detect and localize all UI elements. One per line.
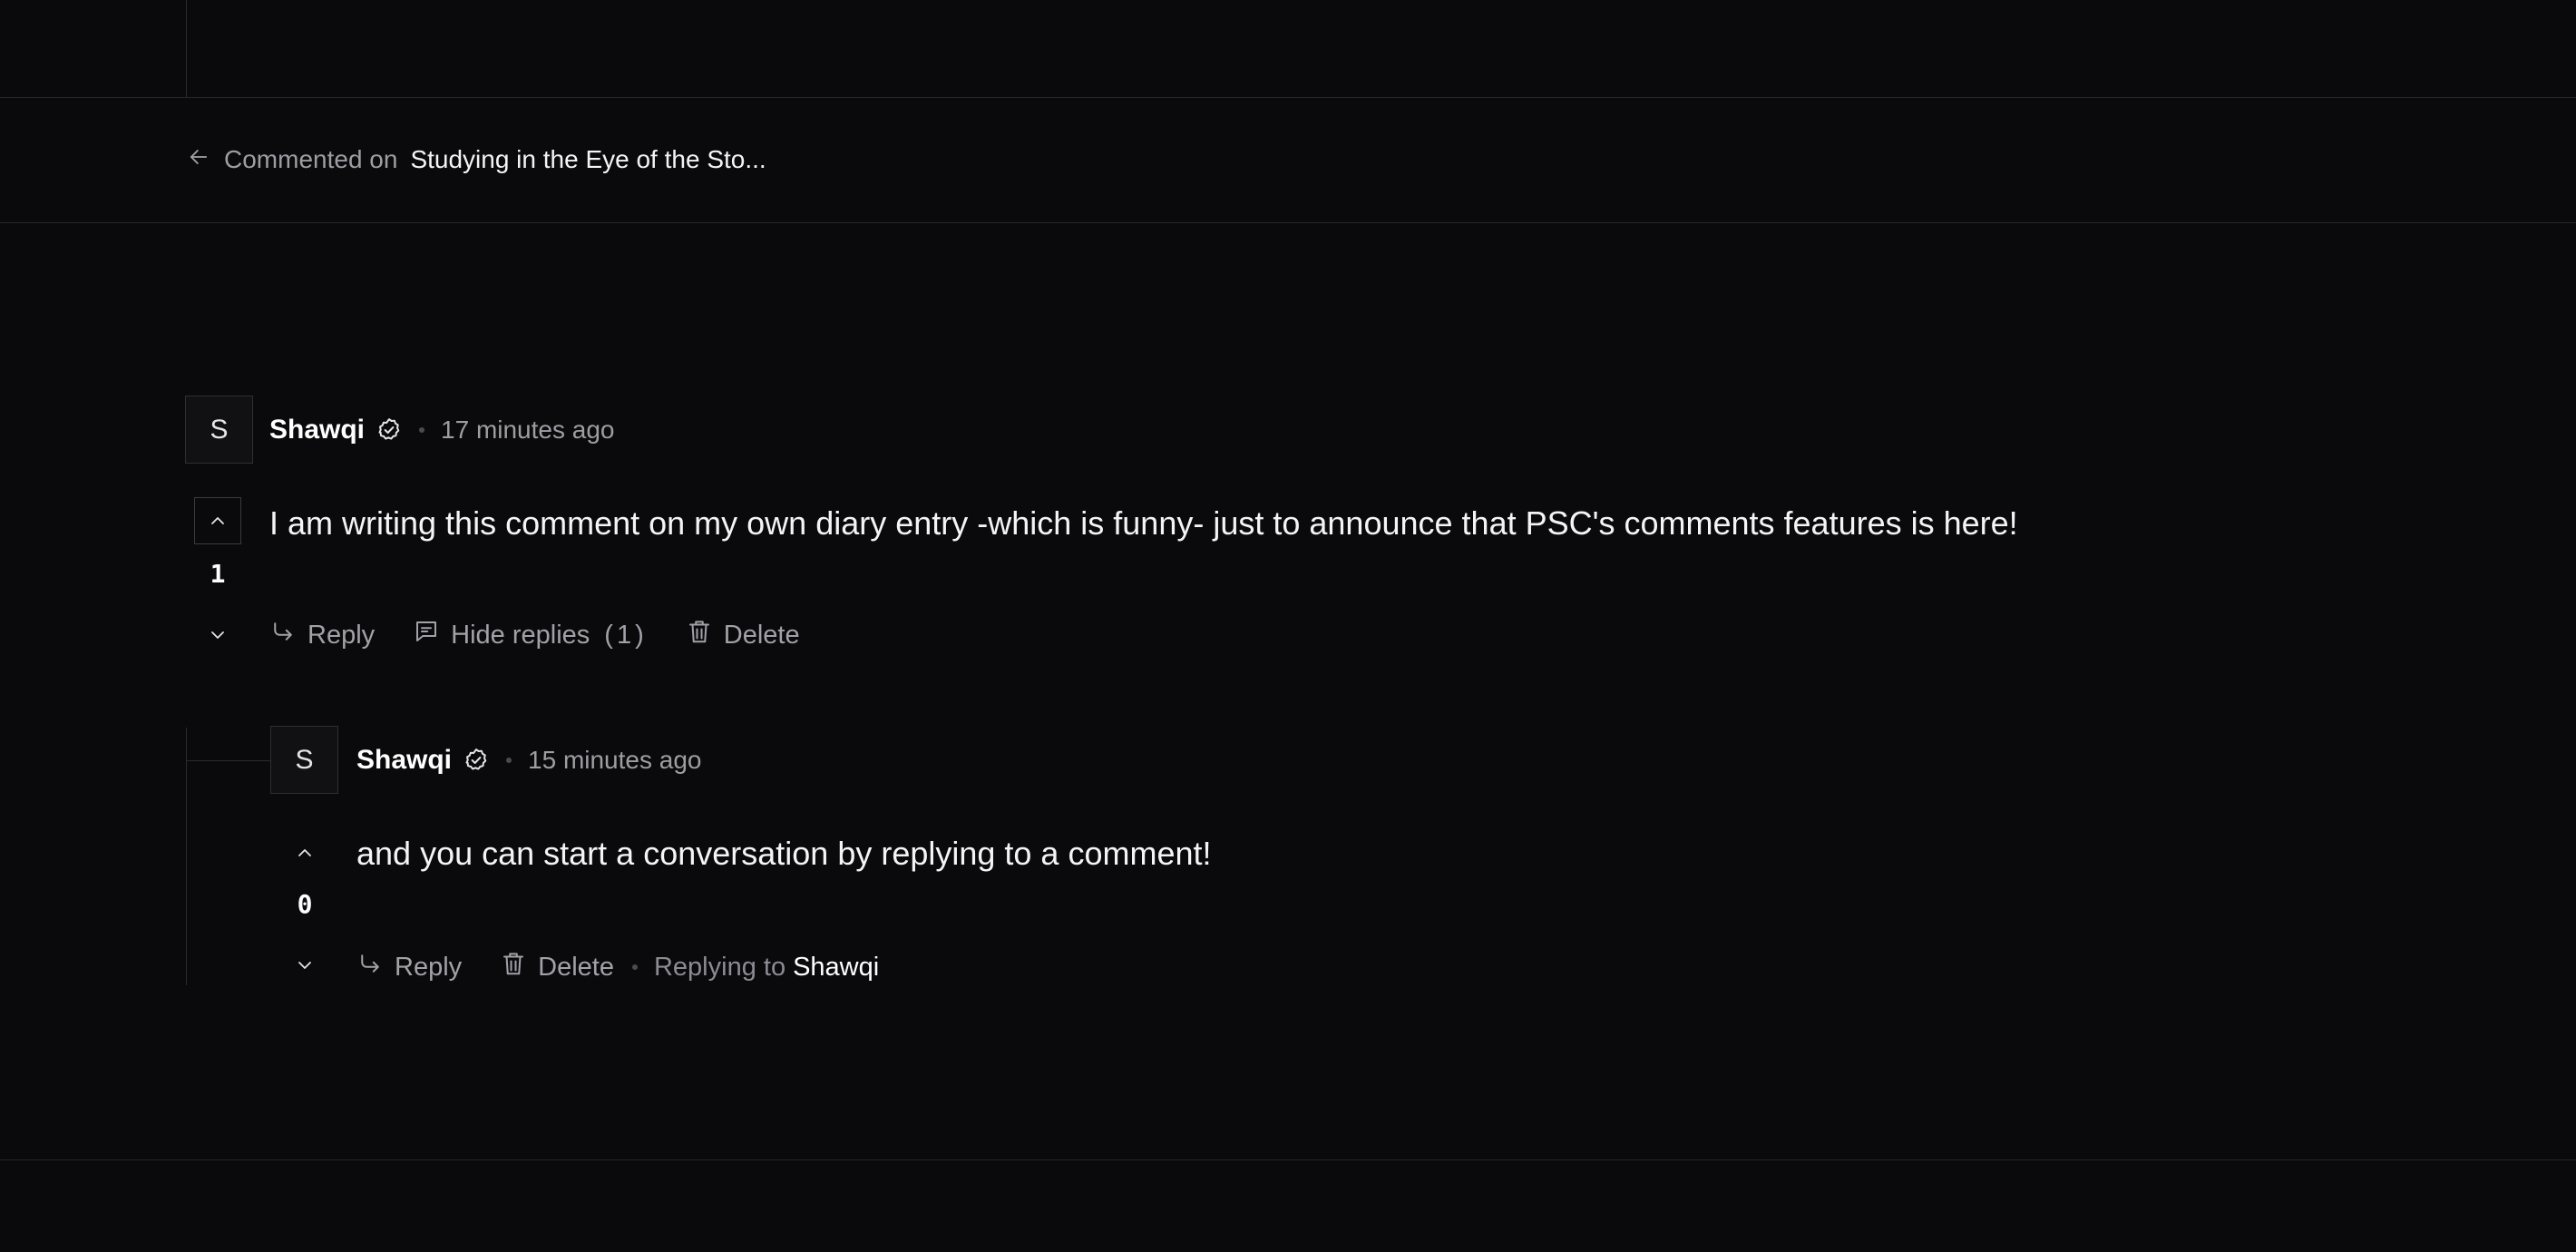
vote-count: 0 bbox=[297, 889, 313, 919]
comment-meta: Shawqi 15 minutes ago bbox=[356, 742, 701, 778]
comment-time: 17 minutes ago bbox=[441, 416, 615, 444]
delete-label: Delete bbox=[538, 952, 614, 982]
author-name[interactable]: Shawqi bbox=[356, 745, 452, 776]
replying-to-author[interactable]: Shawqi bbox=[793, 953, 879, 983]
check-badge-icon bbox=[463, 747, 490, 774]
reply-arrow-icon bbox=[356, 950, 384, 984]
chevron-up-icon bbox=[207, 510, 229, 532]
chevron-down-icon bbox=[294, 954, 316, 976]
comment-actions: Reply Hide replies (1) Delete bbox=[269, 617, 838, 653]
author-name[interactable]: Shawqi bbox=[269, 415, 365, 445]
reply-arrow-icon bbox=[269, 618, 297, 652]
vote-count: 1 bbox=[210, 559, 226, 589]
thread-branch bbox=[186, 760, 270, 761]
breadcrumb-prefix: Commented on bbox=[224, 145, 398, 173]
delete-label: Delete bbox=[723, 620, 800, 650]
comment-meta: Shawqi 17 minutes ago bbox=[269, 412, 614, 448]
hide-replies-button[interactable]: Hide replies (1) bbox=[413, 618, 648, 652]
avatar-letter: S bbox=[210, 414, 229, 445]
separator-dot bbox=[631, 964, 638, 970]
downvote-button[interactable] bbox=[194, 617, 241, 653]
reply-label: Reply bbox=[395, 952, 463, 982]
reply-button[interactable]: Reply bbox=[269, 618, 375, 652]
divider-header bbox=[0, 222, 2576, 223]
trash-icon bbox=[500, 950, 527, 984]
divider-top bbox=[0, 97, 2576, 98]
chevron-up-icon bbox=[294, 842, 316, 864]
replying-to: Replying to Shawqi bbox=[654, 953, 879, 983]
replying-to-label: Replying to bbox=[653, 952, 786, 982]
divider-bottom bbox=[0, 1159, 2576, 1160]
comment-time: 15 minutes ago bbox=[528, 746, 702, 774]
trash-icon bbox=[686, 618, 713, 652]
avatar[interactable]: S bbox=[270, 726, 338, 794]
chevron-down-icon bbox=[207, 624, 229, 646]
top-thread-line bbox=[186, 0, 187, 97]
avatar[interactable]: S bbox=[185, 396, 253, 464]
delete-button[interactable]: Delete bbox=[500, 950, 614, 984]
comment-body: I am writing this comment on my own diar… bbox=[269, 504, 2018, 542]
upvote-button[interactable] bbox=[281, 829, 328, 876]
avatar-letter: S bbox=[295, 744, 314, 775]
comment-actions: Reply Delete Replying to Shawqi bbox=[356, 949, 879, 985]
comment-page: Commented on Studying in the Eye of the … bbox=[0, 0, 2576, 1252]
reply-label: Reply bbox=[307, 620, 376, 650]
message-square-icon bbox=[413, 618, 440, 652]
delete-button[interactable]: Delete bbox=[686, 618, 800, 652]
arrow-left-icon[interactable] bbox=[186, 144, 211, 176]
breadcrumb[interactable]: Commented on Studying in the Eye of the … bbox=[186, 143, 766, 176]
breadcrumb-post-link[interactable]: Studying in the Eye of the Sto... bbox=[410, 145, 766, 174]
replies-count: (1) bbox=[604, 620, 648, 650]
separator-dot bbox=[419, 427, 425, 433]
check-badge-icon bbox=[376, 416, 403, 444]
downvote-button[interactable] bbox=[281, 947, 328, 983]
reply-button[interactable]: Reply bbox=[356, 950, 462, 984]
separator-dot bbox=[506, 758, 512, 763]
thread-line bbox=[186, 728, 187, 985]
comment-body: and you can start a conversation by repl… bbox=[356, 835, 1212, 872]
hide-replies-label: Hide replies bbox=[451, 620, 590, 650]
upvote-button[interactable] bbox=[194, 497, 241, 544]
